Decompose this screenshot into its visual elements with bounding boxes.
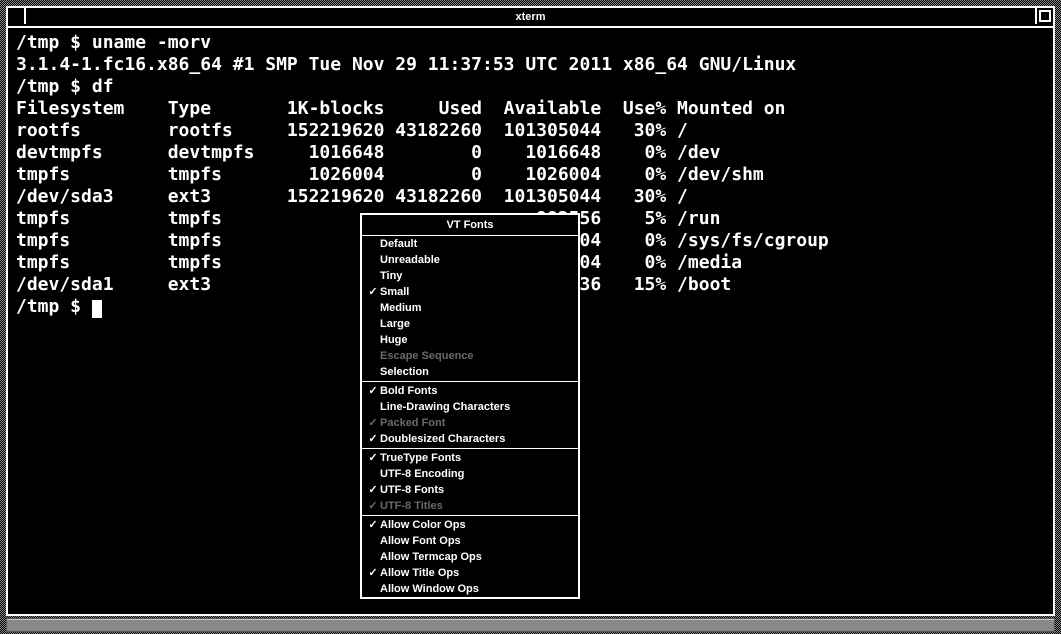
menu-item-label: Bold Fonts: [380, 384, 437, 398]
menu-item-label: UTF-8 Titles: [380, 499, 443, 513]
menu-separator: [362, 515, 578, 516]
menu-body: DefaultUnreadableTiny✓SmallMediumLargeHu…: [362, 236, 578, 597]
check-icon: ✓: [366, 285, 380, 299]
menu-item-label: Allow Title Ops: [380, 566, 459, 580]
window-menu-button[interactable]: [8, 8, 26, 24]
menu-item-label: Large: [380, 317, 410, 331]
check-icon: ✓: [366, 499, 380, 513]
menu-item[interactable]: ✓Small: [362, 284, 578, 300]
menu-item-label: Packed Font: [380, 416, 445, 430]
menu-item: Escape Sequence: [362, 348, 578, 364]
window-titlebar[interactable]: xterm: [8, 8, 1053, 28]
menu-item-label: Default: [380, 237, 417, 251]
check-icon: ✓: [366, 416, 380, 430]
check-icon: ✓: [366, 518, 380, 532]
menu-item[interactable]: Selection: [362, 364, 578, 380]
menu-item[interactable]: Medium: [362, 300, 578, 316]
menu-title: VT Fonts: [362, 215, 578, 236]
menu-item[interactable]: Huge: [362, 332, 578, 348]
menu-item-label: Huge: [380, 333, 408, 347]
menu-item[interactable]: Allow Font Ops: [362, 533, 578, 549]
menu-item-label: Escape Sequence: [380, 349, 474, 363]
check-icon: ✓: [366, 432, 380, 446]
menu-item-label: Small: [380, 285, 409, 299]
check-icon: ✓: [366, 384, 380, 398]
menu-item-label: Allow Color Ops: [380, 518, 466, 532]
menu-item[interactable]: Line-Drawing Characters: [362, 399, 578, 415]
menu-item[interactable]: ✓Allow Color Ops: [362, 517, 578, 533]
menu-separator: [362, 381, 578, 382]
menu-item[interactable]: Large: [362, 316, 578, 332]
menu-item[interactable]: Default: [362, 236, 578, 252]
vt-fonts-menu[interactable]: VT Fonts DefaultUnreadableTiny✓SmallMedi…: [360, 213, 580, 599]
check-icon: ✓: [366, 483, 380, 497]
menu-item-label: UTF-8 Fonts: [380, 483, 444, 497]
menu-item[interactable]: ✓Bold Fonts: [362, 383, 578, 399]
menu-item: ✓Packed Font: [362, 415, 578, 431]
menu-item-label: Selection: [380, 365, 429, 379]
menu-item[interactable]: Tiny: [362, 268, 578, 284]
menu-separator: [362, 448, 578, 449]
menu-item[interactable]: ✓UTF-8 Fonts: [362, 482, 578, 498]
window-title: xterm: [516, 11, 546, 23]
menu-item[interactable]: Unreadable: [362, 252, 578, 268]
menu-item[interactable]: ✓Allow Title Ops: [362, 565, 578, 581]
menu-item-label: TrueType Fonts: [380, 451, 461, 465]
menu-item-label: Allow Termcap Ops: [380, 550, 482, 564]
menu-item-label: UTF-8 Encoding: [380, 467, 464, 481]
window-maximize-button[interactable]: [1035, 8, 1053, 24]
menu-item[interactable]: Allow Window Ops: [362, 581, 578, 597]
menu-item[interactable]: ✓Doublesized Characters: [362, 431, 578, 447]
menu-item: ✓UTF-8 Titles: [362, 498, 578, 514]
menu-item-label: Line-Drawing Characters: [380, 400, 510, 414]
terminal-cursor: [92, 300, 102, 318]
menu-item-label: Doublesized Characters: [380, 432, 505, 446]
maximize-icon: [1039, 10, 1051, 22]
menu-item-label: Medium: [380, 301, 422, 315]
menu-item-label: Tiny: [380, 269, 402, 283]
menu-item-label: Allow Window Ops: [380, 582, 479, 596]
menu-item[interactable]: UTF-8 Encoding: [362, 466, 578, 482]
menu-item-label: Allow Font Ops: [380, 534, 461, 548]
taskbar[interactable]: [6, 618, 1055, 632]
menu-item[interactable]: ✓TrueType Fonts: [362, 450, 578, 466]
menu-item-label: Unreadable: [380, 253, 440, 267]
check-icon: ✓: [366, 566, 380, 580]
menu-item[interactable]: Allow Termcap Ops: [362, 549, 578, 565]
check-icon: ✓: [366, 451, 380, 465]
